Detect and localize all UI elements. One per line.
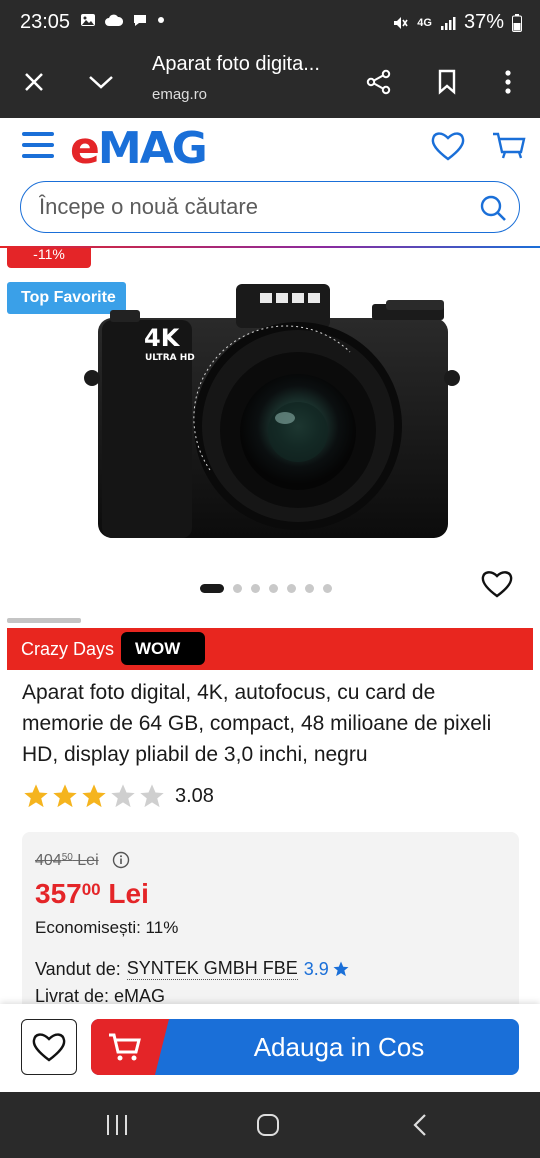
favorites-heart-icon[interactable] [430, 128, 466, 164]
more-vertical-icon [505, 70, 511, 94]
thumbnail-indicator [7, 618, 81, 623]
share-button[interactable] [359, 62, 399, 102]
info-icon[interactable] [112, 851, 130, 869]
browser-toolbar: Aparat foto digita... emag.ro [0, 46, 540, 118]
mute-icon [394, 16, 408, 29]
seller-info: Vandut de: SYNTEK GMBH FBE 3.9 [35, 958, 350, 980]
gallery-dot[interactable] [287, 584, 296, 593]
gallery-dot[interactable] [269, 584, 278, 593]
menu-icon [22, 132, 54, 136]
gallery-pagination[interactable] [200, 584, 332, 593]
product-image-camera[interactable]: 4K ULTRA HD [82, 280, 462, 558]
cart-icon[interactable] [491, 128, 527, 164]
price-card: 40450 Lei 35700 Lei Economisești: 11% Va… [22, 832, 519, 1012]
crazy-days-label: Crazy Days [21, 639, 115, 659]
status-right: 4G 37% [391, 11, 522, 34]
seller-label: Vandut de: [35, 958, 121, 979]
heart-icon [32, 1033, 66, 1062]
product-rating[interactable]: 3.08 [22, 782, 214, 810]
add-to-cart-button[interactable]: Adauga in Cos [91, 1019, 519, 1075]
shopping-cart-icon [109, 1033, 141, 1061]
recent-apps-icon [107, 1115, 127, 1135]
crazy-days-banner[interactable]: Crazy Days WOW [7, 628, 533, 670]
share-icon [366, 69, 391, 95]
search-input[interactable] [39, 192, 459, 222]
collapse-button[interactable] [81, 62, 121, 102]
menu-button[interactable] [22, 132, 54, 158]
star-empty-icon [111, 784, 135, 808]
wow-badge: WOW [121, 632, 205, 665]
gallery-dot[interactable] [305, 584, 314, 593]
site-header: eMAG [0, 118, 540, 248]
seller-rating: 3.9 [303, 958, 329, 979]
search-box[interactable] [20, 181, 520, 233]
battery-percent: 37% [463, 11, 504, 33]
add-to-cart-label: Adauga in Cos [253, 1032, 425, 1062]
star-full-icon [24, 784, 48, 808]
sticky-action-bar: Adauga in Cos [0, 1004, 540, 1092]
star-full-icon [82, 784, 106, 808]
old-price: 40450 Lei [35, 852, 99, 869]
seller-name-link[interactable]: SYNTEK GMBH FBE [126, 958, 298, 980]
svg-text:4K: 4K [144, 324, 181, 352]
status-notification-icons [80, 12, 165, 28]
home-icon [257, 1114, 279, 1136]
gallery-icon [81, 14, 95, 26]
gallery-dot[interactable] [233, 584, 242, 593]
current-price: 35700 Lei [35, 878, 149, 909]
seller-star-icon [333, 961, 349, 977]
back-button[interactable] [403, 1110, 437, 1140]
page-title[interactable]: Aparat foto digita... [152, 53, 320, 76]
savings-text: Economisești: 11% [35, 918, 179, 937]
status-time: 23:05 [20, 11, 71, 33]
battery-icon [512, 13, 522, 32]
emag-logo[interactable]: eMAG [70, 123, 208, 174]
bookmark-icon [438, 69, 456, 95]
product-gallery[interactable]: -11% Top Favorite 4K ULTRA HD [0, 248, 540, 628]
star-empty-icon [140, 784, 164, 808]
close-icon [25, 73, 43, 91]
rating-value: 3.08 [175, 784, 214, 807]
chevron-down-icon [89, 76, 113, 89]
dot-icon [158, 17, 164, 23]
system-nav-bar [0, 1092, 540, 1158]
chat-icon [134, 15, 146, 26]
more-menu-button[interactable] [488, 62, 528, 102]
signal-icon [440, 16, 456, 30]
discount-badge: -11% [7, 248, 91, 268]
status-bar: 23:05 4G 37% [0, 0, 540, 46]
gallery-dot[interactable] [323, 584, 332, 593]
bookmark-button[interactable] [427, 62, 467, 102]
page-url[interactable]: emag.ro [152, 86, 207, 103]
search-icon[interactable] [479, 194, 507, 222]
cloud-icon [105, 14, 123, 26]
product-title: Aparat foto digital, 4K, autofocus, cu c… [22, 681, 492, 766]
star-full-icon [53, 784, 77, 808]
home-button[interactable] [251, 1110, 285, 1140]
svg-text:ULTRA HD: ULTRA HD [145, 353, 195, 363]
gallery-dot-active[interactable] [200, 584, 224, 593]
gallery-dot[interactable] [251, 584, 260, 593]
network-type: 4G [417, 16, 432, 29]
add-to-favorites-heart-icon[interactable] [481, 568, 513, 600]
close-tab-button[interactable] [14, 62, 54, 102]
recent-apps-button[interactable] [100, 1110, 134, 1140]
add-to-wishlist-button[interactable] [21, 1019, 77, 1075]
back-icon [413, 1114, 426, 1136]
